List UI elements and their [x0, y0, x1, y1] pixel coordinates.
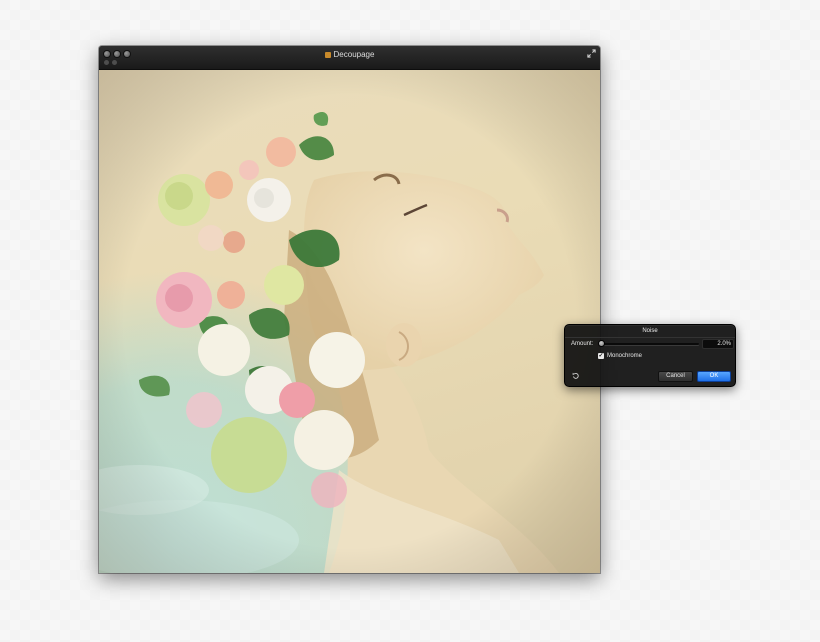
- window-titlebar[interactable]: Decoupage: [99, 46, 600, 70]
- panel-divider: [565, 337, 735, 338]
- amount-slider-knob[interactable]: [599, 341, 604, 346]
- artwork-image: [99, 70, 600, 573]
- document-icon: [324, 52, 331, 58]
- amount-slider[interactable]: [599, 341, 699, 346]
- image-canvas[interactable]: [99, 70, 600, 573]
- cancel-button[interactable]: Cancel: [658, 371, 693, 382]
- monochrome-checkbox[interactable]: ✓: [598, 353, 604, 359]
- window-title: Decoupage: [333, 50, 375, 59]
- amount-field[interactable]: 2.0%: [702, 339, 734, 349]
- noise-panel: Noise Amount: 2.0% ✓ Monochrome Cancel O…: [564, 324, 736, 387]
- window-toolbar: [104, 60, 117, 65]
- window-title-area: Decoupage: [99, 50, 600, 60]
- panel-title: Noise: [642, 328, 658, 334]
- monochrome-label: Monochrome: [607, 353, 643, 359]
- amount-label: Amount:: [571, 341, 594, 347]
- fullscreen-icon[interactable]: [587, 49, 596, 58]
- tool-icon[interactable]: [112, 60, 117, 65]
- tool-icon[interactable]: [104, 60, 109, 65]
- image-window: Decoupage: [99, 46, 600, 573]
- ok-button[interactable]: OK: [697, 371, 731, 382]
- reset-icon[interactable]: [572, 372, 579, 379]
